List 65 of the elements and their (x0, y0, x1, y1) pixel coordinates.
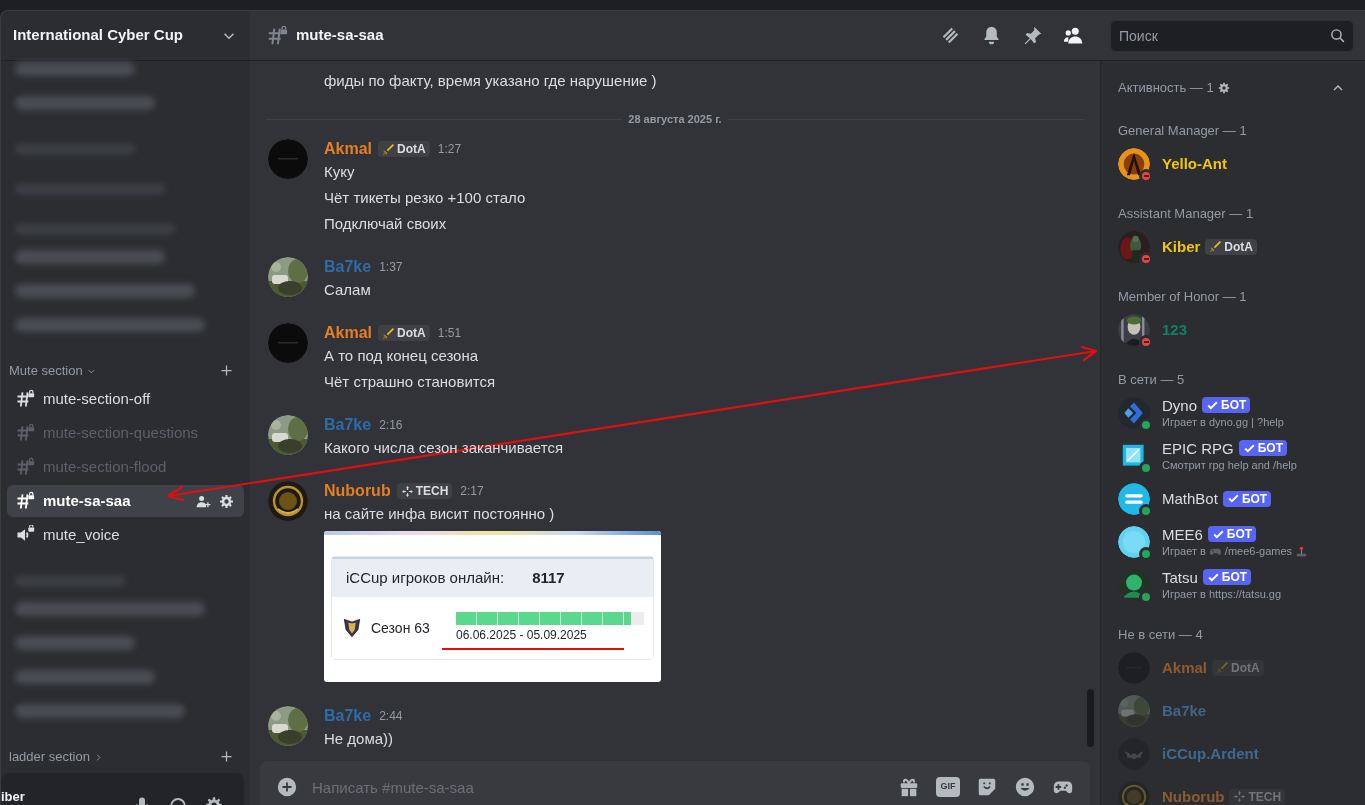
timestamp: 1:27 (437, 141, 462, 158)
channel-title: mute-sa-saa (296, 25, 385, 46)
role-badge: DotA (378, 325, 430, 341)
message-text: Не дома)) (324, 729, 395, 749)
channel-item[interactable]: mute_voice (7, 519, 244, 551)
server-name[interactable]: International Cyber Cup (13, 24, 184, 47)
message-text: Салам (324, 280, 372, 300)
member-name[interactable]: MathBot (1162, 489, 1218, 508)
timestamp: 1:51 (437, 325, 462, 342)
online-label: iCCup игроков онлайн: (346, 567, 505, 588)
section-header: Не в сети — 4 (1118, 627, 1204, 643)
message-text: А то под конец сезона (324, 346, 480, 366)
section-header: Member of Honor — 1 (1118, 289, 1248, 305)
date-divider: 28 августа 2025 г. (627, 111, 723, 127)
section-header: Assistant Manager — 1 (1118, 206, 1255, 222)
section-header: В сети — 5 (1118, 372, 1186, 388)
image-attachment[interactable]: iCCup игроков онлайн: 8117 Сезон 63 06.06.2025 - 05.09.2025 (324, 531, 661, 682)
timestamp: 2:16 (379, 417, 403, 434)
activity-text: /mee6-games (1224, 543, 1293, 559)
activity-header: Активность — 1 (1118, 80, 1214, 96)
message-text: на сайте инфа висит постоянно ) (324, 504, 556, 524)
bot-badge: БОТ (1238, 440, 1287, 456)
message-text: Какого числа сезон заканчивается (324, 438, 564, 458)
category-header[interactable]: Mute section (9, 363, 83, 379)
online-count: 8117 (532, 567, 565, 588)
message-text: Чёт страшно становится (324, 372, 496, 392)
member-name[interactable]: Dyno (1162, 395, 1198, 415)
message-text: Подключай своих (324, 214, 448, 234)
bot-badge: БОТ (1207, 526, 1257, 542)
member-name[interactable]: EPIC RPG (1162, 438, 1234, 458)
member-name[interactable]: Yello-Ant (1162, 154, 1227, 173)
message-text: фиды по факту, время указано где нарушение ) (324, 71, 658, 91)
gif-button[interactable]: GIF (936, 777, 960, 797)
season-label: Сезон 63 (371, 618, 431, 638)
author-name[interactable]: Nuborub (324, 479, 391, 503)
bot-badge: БОТ (1222, 490, 1272, 507)
section-header: General Manager — 1 (1118, 123, 1248, 139)
channel-item[interactable]: mute-section-off (7, 383, 244, 415)
message-text: Куку (324, 162, 356, 182)
member-name[interactable]: Kiber (1162, 237, 1201, 256)
timestamp: 1:37 (379, 259, 403, 276)
role-badge: DotA (378, 141, 430, 157)
message-input[interactable]: Написать #mute-sa-saa (312, 772, 882, 802)
timestamp: 2:17 (460, 483, 484, 500)
member-name[interactable]: MEE6 (1162, 524, 1203, 544)
author-name[interactable]: Akmal (324, 137, 373, 161)
activity-text: Играет в (1162, 543, 1206, 559)
role-badge: DotA (1212, 659, 1264, 676)
message-text: Чёт тикеты резко +100 стало (324, 188, 526, 208)
category-header[interactable]: ladder section (9, 749, 90, 765)
role-badge: TECH (396, 483, 453, 499)
activity-text: Играет в https://tatsu.gg (1162, 586, 1282, 602)
bot-badge: БОТ (1202, 397, 1251, 413)
channel-item[interactable]: mute-sa-saa (7, 485, 244, 517)
search-field[interactable]: Поиск (1110, 19, 1354, 52)
message-box[interactable]: Написать #mute-sa-saa GIF (260, 761, 1090, 805)
bot-badge: БОТ (1202, 569, 1252, 585)
activity-text: Смотрит rpg help and /help (1162, 457, 1297, 473)
author-name[interactable]: Akmal (324, 321, 373, 345)
activity-text: Играет в dyno.gg | ?help (1162, 414, 1284, 430)
role-badge: DotA (1205, 238, 1257, 255)
role-badge: TECH (1229, 788, 1286, 805)
season-dates: 06.06.2025 - 05.09.2025 (456, 627, 588, 644)
timestamp: 2:44 (379, 708, 403, 725)
member-name[interactable]: Tatsu (1162, 567, 1198, 587)
